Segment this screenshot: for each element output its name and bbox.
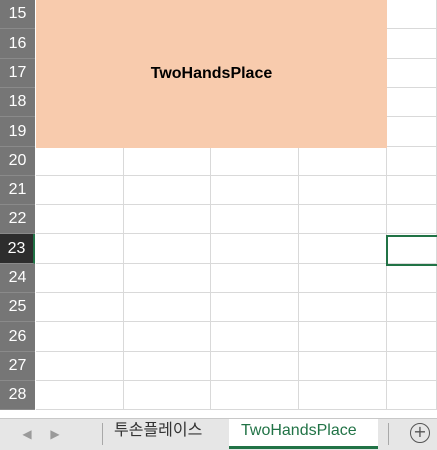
row-header-18[interactable]: 18 bbox=[0, 88, 35, 117]
grid-cell[interactable] bbox=[387, 88, 437, 117]
sheet-tab-label: 투손플레이스 bbox=[114, 422, 203, 439]
grid-cell[interactable] bbox=[211, 293, 299, 322]
grid-cell[interactable] bbox=[36, 147, 124, 176]
grid-cell[interactable] bbox=[299, 234, 387, 264]
grid-cell[interactable] bbox=[211, 234, 299, 264]
grid-cell[interactable] bbox=[36, 293, 124, 322]
grid-cell[interactable] bbox=[124, 293, 211, 322]
grid-cell[interactable] bbox=[124, 234, 211, 264]
row-header-16[interactable]: 16 bbox=[0, 29, 35, 59]
merged-cell-text: TwoHandsPlace bbox=[150, 65, 273, 82]
grid-cell[interactable] bbox=[387, 264, 437, 293]
grid-cell[interactable] bbox=[36, 381, 124, 410]
prev-sheet-arrow-icon[interactable]: ◀ bbox=[20, 427, 34, 441]
grid-cell[interactable] bbox=[387, 117, 437, 147]
grid-cell[interactable] bbox=[36, 264, 124, 293]
worksheet-grid[interactable]: 15 16 17 18 19 20 21 22 23 24 25 26 27 28 TwoHandsPla… bbox=[0, 0, 437, 418]
add-sheet-plus-icon[interactable]: + bbox=[410, 423, 430, 443]
grid-cell[interactable] bbox=[299, 352, 387, 381]
grid-cell[interactable] bbox=[387, 0, 437, 29]
row-header-22[interactable]: 22 bbox=[0, 205, 35, 234]
grid-cell[interactable] bbox=[211, 352, 299, 381]
row-header-15[interactable]: 15 bbox=[0, 0, 35, 29]
row-header-28[interactable]: 28 bbox=[0, 381, 35, 410]
grid-cell[interactable] bbox=[124, 264, 211, 293]
grid-cell[interactable] bbox=[124, 381, 211, 410]
grid-cell[interactable] bbox=[299, 381, 387, 410]
row-header-27[interactable]: 27 bbox=[0, 352, 35, 381]
grid-cell[interactable] bbox=[124, 322, 211, 352]
sheet-tab-label: TwoHandsPlace bbox=[241, 422, 357, 439]
grid-cell[interactable] bbox=[36, 205, 124, 234]
grid-cell[interactable] bbox=[124, 352, 211, 381]
sheet-tab-bar: ◀ ▶ 투손플레이스 TwoHandsPlace + bbox=[0, 418, 437, 450]
grid-cell[interactable] bbox=[36, 234, 124, 264]
row-header-23[interactable]: 23 bbox=[0, 234, 35, 264]
grid-cell[interactable] bbox=[211, 381, 299, 410]
grid-cell[interactable] bbox=[211, 176, 299, 205]
grid-cell[interactable] bbox=[299, 293, 387, 322]
grid-cell[interactable] bbox=[36, 322, 124, 352]
row-header-26[interactable]: 26 bbox=[0, 322, 35, 352]
grid-cell[interactable] bbox=[387, 29, 437, 59]
grid-cell[interactable] bbox=[124, 176, 211, 205]
grid-cell[interactable] bbox=[36, 176, 124, 205]
grid-cell[interactable] bbox=[387, 381, 437, 410]
grid-cell[interactable] bbox=[124, 205, 211, 234]
row-header-25[interactable]: 25 bbox=[0, 293, 35, 322]
tab-separator bbox=[388, 423, 389, 445]
row-header-17[interactable]: 17 bbox=[0, 59, 35, 88]
row-header-19[interactable]: 19 bbox=[0, 117, 35, 147]
grid-cell[interactable] bbox=[387, 293, 437, 322]
sheet-tab-twohandsplace[interactable]: TwoHandsPlace bbox=[229, 419, 378, 449]
grid-cell[interactable] bbox=[299, 205, 387, 234]
grid-cell[interactable] bbox=[299, 176, 387, 205]
grid-cell[interactable] bbox=[299, 264, 387, 293]
active-cell-selection[interactable] bbox=[386, 235, 437, 266]
row-header-20[interactable]: 20 bbox=[0, 147, 35, 176]
row-header-24[interactable]: 24 bbox=[0, 264, 35, 293]
grid-cell[interactable] bbox=[211, 322, 299, 352]
grid-cell[interactable] bbox=[387, 59, 437, 88]
grid-cell[interactable] bbox=[36, 352, 124, 381]
grid-cell[interactable] bbox=[299, 322, 387, 352]
sheet-tab-korean[interactable]: 투손플레이스 bbox=[102, 419, 214, 449]
next-sheet-arrow-icon[interactable]: ▶ bbox=[48, 427, 62, 441]
grid-cell[interactable] bbox=[387, 205, 437, 234]
row-header-21[interactable]: 21 bbox=[0, 176, 35, 205]
merged-cell-range[interactable]: TwoHandsPlace bbox=[36, 0, 387, 148]
grid-cell[interactable] bbox=[387, 147, 437, 176]
grid-cell[interactable] bbox=[299, 147, 387, 176]
grid-cell[interactable] bbox=[124, 147, 211, 176]
grid-cell[interactable] bbox=[211, 264, 299, 293]
grid-cell[interactable] bbox=[211, 205, 299, 234]
grid-cell[interactable] bbox=[387, 352, 437, 381]
grid-cell[interactable] bbox=[387, 322, 437, 352]
grid-cell[interactable] bbox=[387, 176, 437, 205]
grid-cell[interactable] bbox=[211, 147, 299, 176]
